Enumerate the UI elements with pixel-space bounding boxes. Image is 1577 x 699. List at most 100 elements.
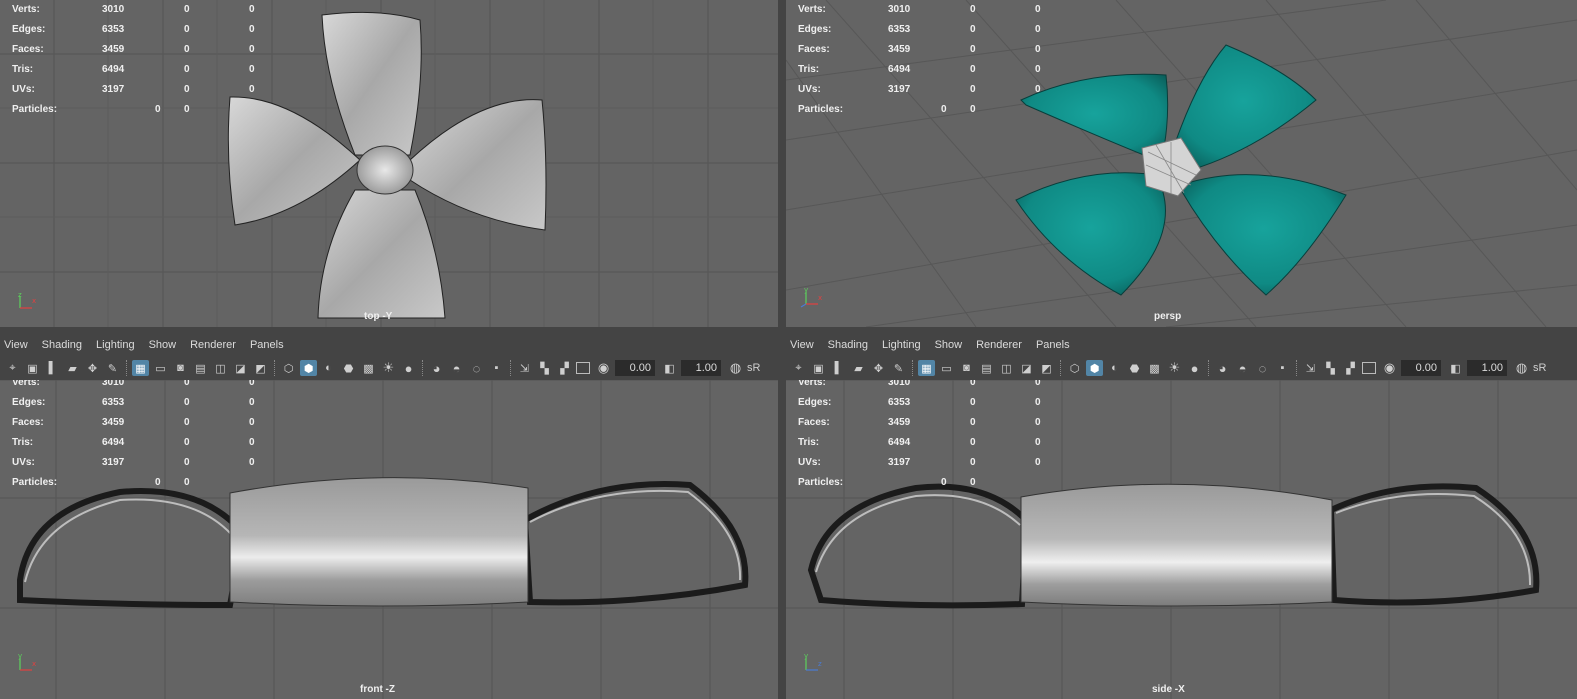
image-plane-icon[interactable]: ▰ xyxy=(850,360,867,376)
menu-show[interactable]: Show xyxy=(149,339,177,351)
camera-attributes-icon[interactable]: ▣ xyxy=(24,360,41,376)
depth-of-field-icon[interactable]: ▪ xyxy=(1274,360,1291,376)
textured-icon[interactable]: ▩ xyxy=(1146,360,1163,376)
menu-panels[interactable]: Panels xyxy=(250,339,284,351)
grease-pencil-icon[interactable]: ✎ xyxy=(104,360,121,376)
xray-active-icon[interactable] xyxy=(576,362,590,374)
menu-lighting[interactable]: Lighting xyxy=(882,339,921,351)
exposure-icon[interactable]: ◉ xyxy=(595,360,612,376)
safe-action-icon[interactable]: ◪ xyxy=(1018,360,1035,376)
grease-pencil-icon[interactable]: ✎ xyxy=(890,360,907,376)
smooth-shade-icon[interactable]: ⬢ xyxy=(300,360,317,376)
select-camera-icon[interactable]: ⌖ xyxy=(790,360,807,376)
stat-label: Particles: xyxy=(12,104,58,115)
resolution-gate-icon[interactable]: ◙ xyxy=(172,360,189,376)
menu-lighting[interactable]: Lighting xyxy=(96,339,135,351)
image-plane-icon[interactable]: ▰ xyxy=(64,360,81,376)
color-space-label[interactable]: sR xyxy=(747,360,760,376)
menu-view[interactable]: View xyxy=(790,339,814,351)
viewport-side[interactable]: Verts: 3010 0 0 Edges: 6353 0 0 Faces: 3459 0 0 T… xyxy=(786,380,1577,699)
color-management-icon[interactable]: ◍ xyxy=(1513,360,1530,376)
viewport-persp[interactable]: Verts: 3010 0 0 Edges: 6353 0 0 Faces: 3459 0 0 T… xyxy=(786,0,1577,327)
ambient-occlusion-icon[interactable]: ◕ xyxy=(428,360,445,376)
svg-text:x: x xyxy=(32,660,36,668)
depth-of-field-icon[interactable]: ▪ xyxy=(488,360,505,376)
gamma-icon[interactable]: ◧ xyxy=(1447,360,1464,376)
field-chart-icon[interactable]: ◫ xyxy=(998,360,1015,376)
stat-label: UVs: xyxy=(798,457,821,468)
xray-active-icon[interactable] xyxy=(1362,362,1376,374)
textured-icon[interactable]: ▩ xyxy=(360,360,377,376)
menu-show[interactable]: Show xyxy=(935,339,963,351)
field-chart-icon[interactable]: ◫ xyxy=(212,360,229,376)
shadows-icon[interactable]: ● xyxy=(400,360,417,376)
xray-joints-icon[interactable]: ▞ xyxy=(556,360,573,376)
grid-icon[interactable]: ▦ xyxy=(132,360,149,376)
smooth-shade-icon[interactable]: ⬢ xyxy=(1086,360,1103,376)
viewport-top[interactable]: Verts: 3010 0 0 Edges: 6353 0 0 Faces: 3459 0 0 T… xyxy=(0,0,778,327)
film-gate-icon[interactable]: ▭ xyxy=(938,360,955,376)
motion-blur-icon[interactable]: ◓ xyxy=(1234,360,1251,376)
camera-label: front -Z xyxy=(360,684,395,695)
xray-icon[interactable]: ▚ xyxy=(1322,360,1339,376)
viewport-front[interactable]: Verts: 3010 0 0 Edges: 6353 0 0 Faces: 3459 0 0 T… xyxy=(0,380,778,699)
bookmark-icon[interactable]: ▌ xyxy=(44,360,61,376)
motion-blur-icon[interactable]: ◓ xyxy=(448,360,465,376)
resolution-gate-icon[interactable]: ◙ xyxy=(958,360,975,376)
stat-label: Edges: xyxy=(798,24,832,35)
menu-shading[interactable]: Shading xyxy=(828,339,868,351)
xray-joints-icon[interactable]: ▞ xyxy=(1342,360,1359,376)
panel-toolbar-side: View Shading Lighting Show Renderer Pane… xyxy=(786,334,1577,380)
stat-value: 0 xyxy=(970,84,976,95)
gate-mask-icon[interactable]: ▤ xyxy=(192,360,209,376)
stat-value: 0 xyxy=(1035,417,1041,428)
use-all-lights-icon[interactable]: ☀ xyxy=(380,360,397,376)
safe-action-icon[interactable]: ◪ xyxy=(232,360,249,376)
default-material-icon[interactable]: ◐ xyxy=(320,360,337,376)
gamma-icon[interactable]: ◧ xyxy=(661,360,678,376)
camera-attributes-icon[interactable]: ▣ xyxy=(810,360,827,376)
gamma-field[interactable]: 1.00 xyxy=(1467,360,1507,376)
default-material-icon[interactable]: ◐ xyxy=(1106,360,1123,376)
ambient-occlusion-icon[interactable]: ◕ xyxy=(1214,360,1231,376)
two-d-pan-icon[interactable]: ✥ xyxy=(870,360,887,376)
select-camera-icon[interactable]: ⌖ xyxy=(4,360,21,376)
stat-label: Faces: xyxy=(12,44,44,55)
stat-value: 0 xyxy=(970,64,976,75)
wireframe-on-shaded-icon[interactable]: ⬣ xyxy=(1126,360,1143,376)
menu-view[interactable]: View xyxy=(4,339,28,351)
bookmark-icon[interactable]: ▌ xyxy=(830,360,847,376)
exposure-field[interactable]: 0.00 xyxy=(1401,360,1441,376)
menu-panels[interactable]: Panels xyxy=(1036,339,1070,351)
use-all-lights-icon[interactable]: ☀ xyxy=(1166,360,1183,376)
wireframe-on-shaded-icon[interactable]: ⬣ xyxy=(340,360,357,376)
safe-title-icon[interactable]: ◩ xyxy=(252,360,269,376)
grid-icon[interactable]: ▦ xyxy=(918,360,935,376)
isolate-select-icon[interactable]: ⇲ xyxy=(516,360,533,376)
anti-aliasing-icon[interactable]: ◌ xyxy=(468,360,485,376)
xray-icon[interactable]: ▚ xyxy=(536,360,553,376)
stat-value: 0 xyxy=(249,437,255,448)
stat-value: 3459 xyxy=(888,417,911,428)
stat-value: 0 xyxy=(1035,84,1041,95)
exposure-field[interactable]: 0.00 xyxy=(615,360,655,376)
menu-shading[interactable]: Shading xyxy=(42,339,82,351)
film-gate-icon[interactable]: ▭ xyxy=(152,360,169,376)
viewport-divider-vertical[interactable] xyxy=(778,0,786,699)
menu-renderer[interactable]: Renderer xyxy=(976,339,1022,351)
toolbar-separator xyxy=(274,360,276,376)
wireframe-icon[interactable]: ⬡ xyxy=(1066,360,1083,376)
gamma-field[interactable]: 1.00 xyxy=(681,360,721,376)
safe-title-icon[interactable]: ◩ xyxy=(1038,360,1055,376)
exposure-icon[interactable]: ◉ xyxy=(1381,360,1398,376)
isolate-select-icon[interactable]: ⇲ xyxy=(1302,360,1319,376)
color-management-icon[interactable]: ◍ xyxy=(727,360,744,376)
color-space-label[interactable]: sR xyxy=(1533,360,1546,376)
axis-gizmo-icon: yz xyxy=(804,652,822,671)
two-d-pan-icon[interactable]: ✥ xyxy=(84,360,101,376)
menu-renderer[interactable]: Renderer xyxy=(190,339,236,351)
gate-mask-icon[interactable]: ▤ xyxy=(978,360,995,376)
shadows-icon[interactable]: ● xyxy=(1186,360,1203,376)
wireframe-icon[interactable]: ⬡ xyxy=(280,360,297,376)
anti-aliasing-icon[interactable]: ◌ xyxy=(1254,360,1271,376)
